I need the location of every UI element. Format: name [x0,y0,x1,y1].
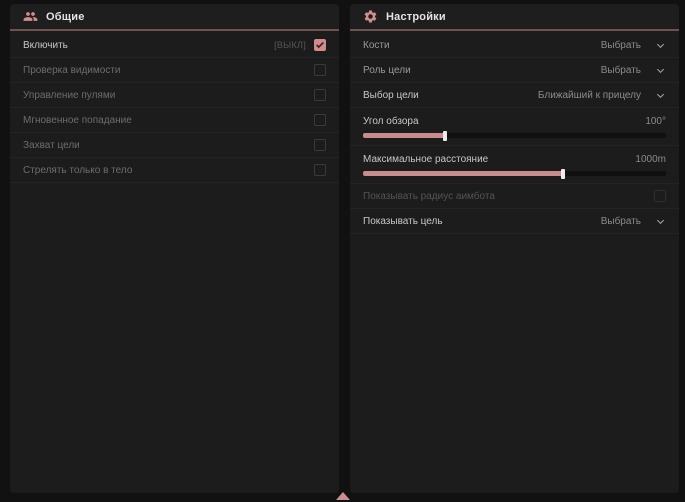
dropdown-value: Выбрать [601,65,641,76]
general-panel-header: Общие [10,4,339,31]
chevron-down-icon [655,216,666,227]
row-target-selection[interactable]: Выбор цели Ближайший к прицелу [350,83,679,108]
row-bones[interactable]: Кости Выбрать [350,33,679,58]
chevron-down-icon [655,90,666,101]
row-target-lock[interactable]: Захват цели [10,133,339,158]
row-enable[interactable]: Включить [ВЫКЛ] [10,33,339,58]
bullet-control-checkbox[interactable] [314,89,326,101]
chevron-down-icon [655,65,666,76]
max-distance-value: 1000m [635,154,666,165]
gear-icon [363,9,378,24]
row-label: Кости [363,40,390,51]
slider-thumb[interactable] [561,169,565,179]
general-rows: Включить [ВЫКЛ] Проверка видимости Управ… [10,31,339,183]
row-label: Мгновенное попадание [23,115,132,126]
body-only-checkbox[interactable] [314,164,326,176]
target-selection-dropdown[interactable]: Ближайший к прицелу [538,90,666,101]
expand-arrow-icon[interactable] [336,492,350,500]
settings-panel-header: Настройки [350,4,679,31]
bones-dropdown[interactable]: Выбрать [601,40,666,51]
panel-title: Настройки [386,11,446,23]
row-label: Захват цели [23,140,80,151]
users-icon [23,9,38,24]
slider-thumb[interactable] [443,131,447,141]
row-label: Стрелять только в тело [23,165,132,176]
dropdown-value: Выбрать [601,40,641,51]
slider-fill [363,133,445,138]
row-fov: Угол обзора 100° [350,108,679,146]
show-aimbot-radius-checkbox[interactable] [654,190,666,202]
row-label: Проверка видимости [23,65,121,76]
general-panel: Общие Включить [ВЫКЛ] Проверка видимости… [10,4,339,493]
show-target-dropdown[interactable]: Выбрать [601,216,666,227]
row-label: Роль цели [363,65,411,76]
row-show-aimbot-radius[interactable]: Показывать радиус аимбота [350,184,679,209]
row-label: Управление пулями [23,90,115,101]
hotkey-label[interactable]: [ВЫКЛ] [274,40,306,50]
instant-hit-checkbox[interactable] [314,114,326,126]
dropdown-value: Выбрать [601,216,641,227]
fov-value: 100° [645,116,666,127]
slider-fill [363,171,563,176]
row-instant-hit[interactable]: Мгновенное попадание [10,108,339,133]
row-body-only[interactable]: Стрелять только в тело [10,158,339,183]
row-label: Угол обзора [363,116,419,127]
target-role-dropdown[interactable]: Выбрать [601,65,666,76]
chevron-down-icon [655,40,666,51]
row-target-role[interactable]: Роль цели Выбрать [350,58,679,83]
enable-checkbox[interactable] [314,39,326,51]
settings-panel: Настройки Кости Выбрать Роль цели Выбрат… [350,4,679,493]
row-visibility-check[interactable]: Проверка видимости [10,58,339,83]
visibility-check-checkbox[interactable] [314,64,326,76]
max-distance-slider[interactable] [363,171,666,176]
row-label: Включить [23,40,68,51]
fov-slider[interactable] [363,133,666,138]
row-label: Максимальное расстояние [363,154,488,165]
row-max-distance: Максимальное расстояние 1000m [350,146,679,184]
target-lock-checkbox[interactable] [314,139,326,151]
settings-rows: Кости Выбрать Роль цели Выбрать Выбор це… [350,31,679,234]
row-label: Показывать цель [363,216,443,227]
dropdown-value: Ближайший к прицелу [538,90,641,101]
row-bullet-control[interactable]: Управление пулями [10,83,339,108]
row-label: Показывать радиус аимбота [363,191,495,202]
panel-title: Общие [46,11,85,23]
row-show-target[interactable]: Показывать цель Выбрать [350,209,679,234]
row-label: Выбор цели [363,90,419,101]
